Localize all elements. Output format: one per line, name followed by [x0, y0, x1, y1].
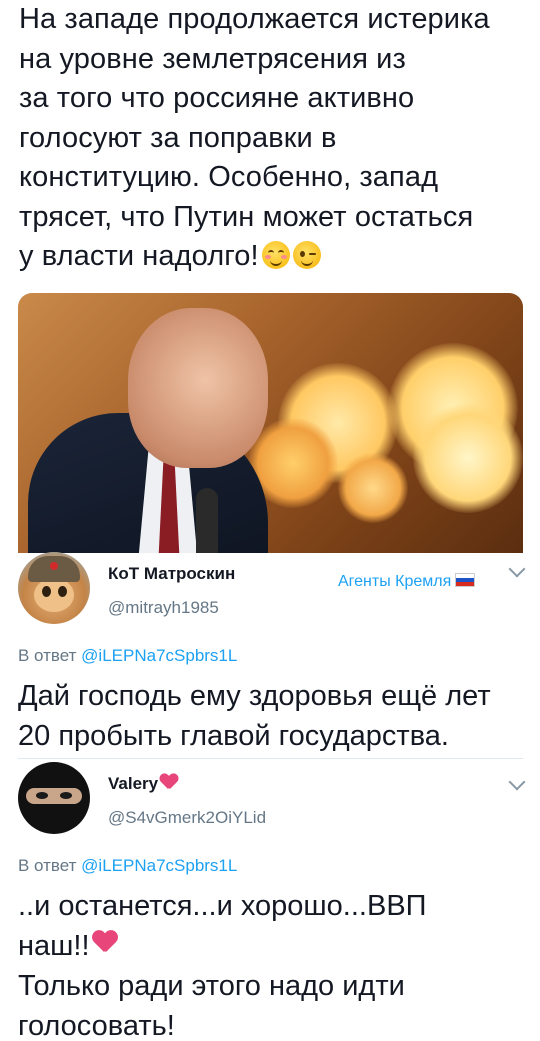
- reply1-author-name[interactable]: КоТ Матроскин: [108, 564, 235, 584]
- reply-to-prefix: В ответ: [18, 856, 82, 875]
- reply1-label[interactable]: Агенты Кремля: [338, 573, 476, 591]
- tweet-thread-screenshot: На западе продолжается истерика на уровн…: [0, 0, 540, 1041]
- post-text-body: На западе продолжается истерика на уровн…: [19, 3, 490, 272]
- microphone-icon: [196, 488, 218, 553]
- reply2-reply-to: В ответ @iLEPNa7cSpbrs1L: [18, 856, 237, 876]
- reply1-reply-to: В ответ @iLEPNa7cSpbrs1L: [18, 646, 237, 666]
- post-photo[interactable]: [18, 293, 523, 553]
- winking-face-emoji-icon: [292, 241, 321, 269]
- reply1-text: Дай господь ему здоровья ещё лет 20 проб…: [18, 680, 491, 752]
- avatar[interactable]: [18, 762, 90, 834]
- reply1-label-text: Агенты Кремля: [338, 573, 452, 590]
- divider: [18, 758, 523, 759]
- russia-flag-icon: [455, 573, 476, 587]
- reply2-text: ..и останется...и хорошо...ВВП наш!! Тол…: [18, 886, 528, 1041]
- reply2-text-line3: Только ради этого надо идти голосовать!: [18, 970, 405, 1041]
- reply2-author-handle[interactable]: @S4vGmerk2OiYLid: [108, 808, 266, 828]
- reply2-author-name-text: Valery: [108, 774, 159, 793]
- cat-eye: [58, 586, 67, 597]
- bokeh-light: [338, 453, 408, 523]
- person-head: [128, 308, 268, 468]
- reply1-author-handle[interactable]: @mitrayh1985: [108, 598, 219, 618]
- bokeh-light: [413, 403, 523, 513]
- reply-to-prefix: В ответ: [18, 646, 82, 665]
- post-text: На западе продолжается истерика на уровн…: [19, 0, 529, 277]
- reply-to-mention-link[interactable]: @iLEPNa7cSpbrs1L: [81, 646, 237, 665]
- cat-eye: [42, 586, 51, 597]
- heart-icon: [160, 774, 178, 790]
- reply2-text-line1: ..и останется...и хорошо...ВВП: [18, 890, 427, 922]
- reply2-text-line2: наш!!: [18, 930, 90, 962]
- smiling-face-emoji-icon: [261, 241, 290, 269]
- cat-face: [34, 578, 74, 612]
- avatar[interactable]: [18, 552, 90, 624]
- chevron-down-icon[interactable]: [508, 773, 526, 791]
- chevron-down-icon[interactable]: [508, 560, 526, 578]
- reply2-author-name[interactable]: Valery: [108, 774, 178, 794]
- eye: [36, 792, 48, 799]
- heart-icon: [92, 931, 118, 953]
- star-icon: [50, 562, 58, 570]
- eye: [60, 792, 72, 799]
- face: [26, 788, 82, 804]
- reply-to-mention-link[interactable]: @iLEPNa7cSpbrs1L: [81, 856, 237, 875]
